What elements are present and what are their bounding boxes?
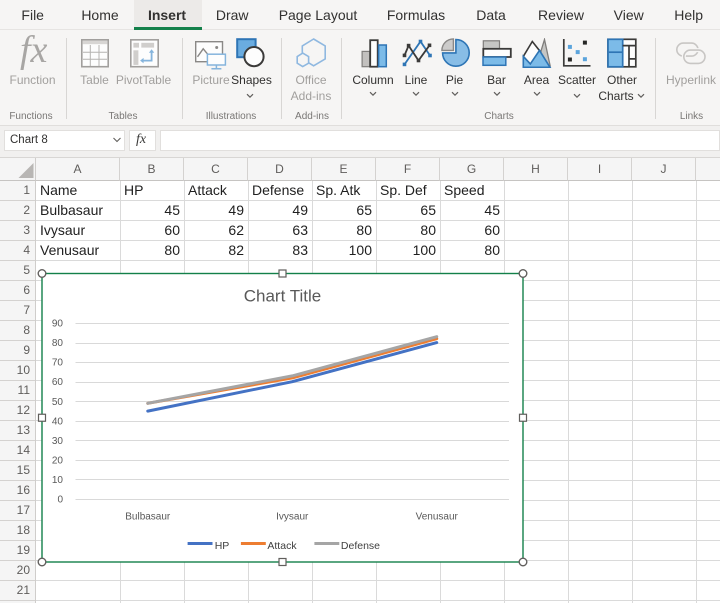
svg-text:30: 30 [52,436,64,447]
svg-text:70: 70 [52,358,64,369]
svg-text:80: 80 [52,338,64,349]
svg-text:Ivysaur: Ivysaur [276,512,309,523]
svg-text:Venusaur: Venusaur [416,512,459,523]
svg-text:Defense: Defense [341,540,380,552]
svg-text:40: 40 [52,416,64,427]
svg-text:0: 0 [57,495,63,506]
svg-text:90: 90 [52,319,64,330]
svg-text:60: 60 [52,377,64,388]
svg-text:Chart Title: Chart Title [244,287,321,306]
svg-text:Attack: Attack [267,540,297,552]
svg-text:50: 50 [52,397,64,408]
svg-text:HP: HP [215,540,230,552]
svg-text:20: 20 [52,456,64,467]
svg-text:10: 10 [52,475,64,486]
svg-text:Bulbasaur: Bulbasaur [125,512,171,523]
